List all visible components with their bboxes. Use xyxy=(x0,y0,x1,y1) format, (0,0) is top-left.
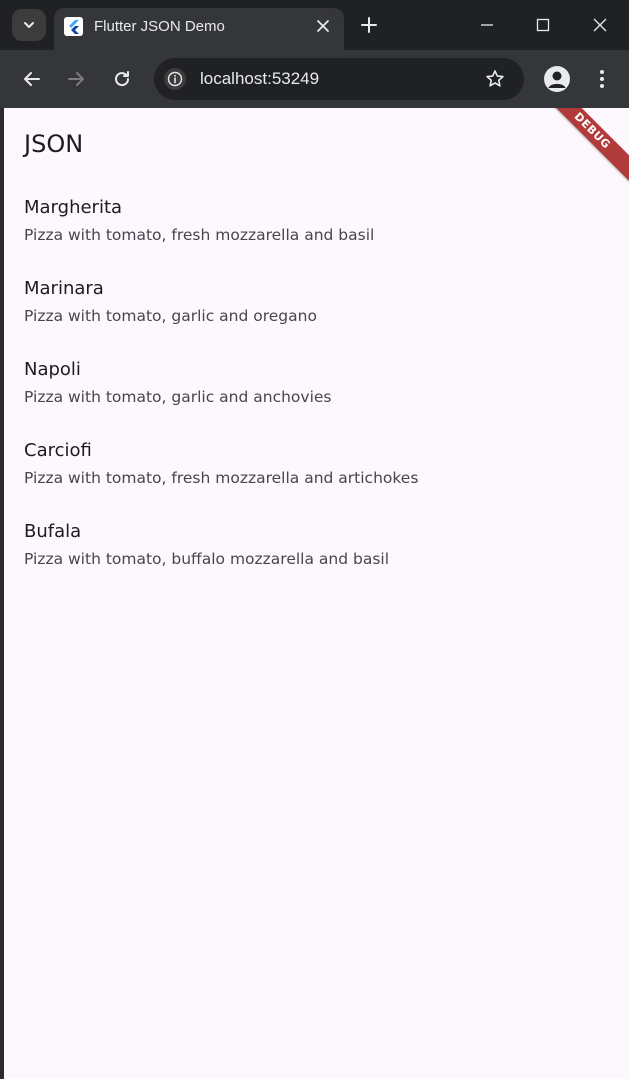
maximize-button[interactable] xyxy=(532,14,554,36)
item-title: Carciofi xyxy=(24,440,92,461)
back-button[interactable] xyxy=(20,67,44,91)
avatar-icon xyxy=(548,71,566,88)
chevron-down-icon xyxy=(24,22,34,28)
list-item[interactable]: Margherita Pizza with tomato, fresh mozz… xyxy=(24,195,614,275)
info-icon xyxy=(167,71,183,87)
reload-button[interactable] xyxy=(110,67,134,91)
item-title: Marinara xyxy=(24,278,104,299)
minimize-icon xyxy=(481,24,493,26)
bookmark-button[interactable] xyxy=(484,68,506,90)
item-subtitle: Pizza with tomato, fresh mozzarella and … xyxy=(24,469,419,487)
app-page: JSON Margherita Pizza with tomato, fresh… xyxy=(4,108,629,1079)
close-window-button[interactable] xyxy=(589,14,611,36)
tab-strip: Flutter JSON Demo xyxy=(0,0,629,50)
item-subtitle: Pizza with tomato, garlic and oregano xyxy=(24,307,317,325)
tab-title: Flutter JSON Demo xyxy=(94,18,225,35)
close-icon xyxy=(317,20,329,32)
list-item[interactable]: Marinara Pizza with tomato, garlic and o… xyxy=(24,276,614,356)
list-item[interactable]: Bufala Pizza with tomato, buffalo mozzar… xyxy=(24,519,614,599)
profile-button[interactable] xyxy=(544,66,570,92)
close-icon xyxy=(593,18,607,32)
url-text: localhost:53249 xyxy=(200,69,320,88)
pizza-list: Margherita Pizza with tomato, fresh mozz… xyxy=(24,194,614,599)
arrow-right-icon xyxy=(68,72,84,86)
item-title: Napoli xyxy=(24,359,81,380)
reload-icon xyxy=(115,71,130,87)
tab-close-button[interactable] xyxy=(314,17,332,35)
flutter-icon xyxy=(64,17,83,36)
site-info-button[interactable] xyxy=(164,68,186,90)
browser-tab[interactable]: Flutter JSON Demo xyxy=(54,8,344,50)
minimize-button[interactable] xyxy=(476,14,498,36)
item-subtitle: Pizza with tomato, garlic and anchovies xyxy=(24,388,332,406)
browser-window: Flutter JSON Demo localhost:53249 JSON M… xyxy=(0,0,629,1079)
browser-menu-button[interactable] xyxy=(590,67,614,91)
tab-search-button[interactable] xyxy=(12,9,46,41)
browser-toolbar: localhost:53249 xyxy=(0,50,629,108)
item-subtitle: Pizza with tomato, buffalo mozzarella an… xyxy=(24,550,390,568)
list-item[interactable]: Carciofi Pizza with tomato, fresh mozzar… xyxy=(24,438,614,518)
arrow-left-icon xyxy=(24,72,40,86)
item-title: Margherita xyxy=(24,197,123,218)
new-tab-button[interactable] xyxy=(358,14,380,36)
forward-button[interactable] xyxy=(64,67,88,91)
address-bar[interactable]: localhost:53249 xyxy=(154,58,524,100)
plus-icon xyxy=(361,17,377,33)
list-item[interactable]: Napoli Pizza with tomato, garlic and anc… xyxy=(24,357,614,437)
item-subtitle: Pizza with tomato, fresh mozzarella and … xyxy=(24,226,375,244)
page-title: JSON xyxy=(24,130,84,158)
star-icon xyxy=(486,70,504,87)
kebab-menu-icon xyxy=(600,70,604,88)
debug-banner: DEBUG xyxy=(532,108,629,191)
maximize-icon xyxy=(536,18,550,32)
item-title: Bufala xyxy=(24,521,82,542)
